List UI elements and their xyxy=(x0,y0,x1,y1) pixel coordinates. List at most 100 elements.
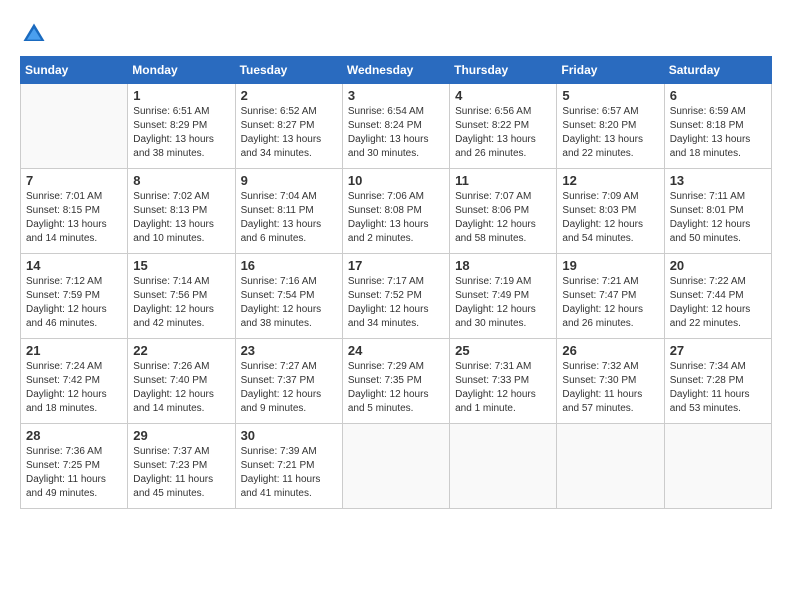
day-number: 2 xyxy=(241,88,337,103)
calendar-cell: 23 Sunrise: 7:27 AM Sunset: 7:37 PM Dayli… xyxy=(235,339,342,424)
day-number: 22 xyxy=(133,343,229,358)
calendar-cell: 4 Sunrise: 6:56 AM Sunset: 8:22 PM Daylig… xyxy=(450,84,557,169)
calendar-cell: 10 Sunrise: 7:06 AM Sunset: 8:08 PM Dayli… xyxy=(342,169,449,254)
calendar-cell: 25 Sunrise: 7:31 AM Sunset: 7:33 PM Dayli… xyxy=(450,339,557,424)
day-number: 17 xyxy=(348,258,444,273)
day-info: Sunrise: 6:57 AM Sunset: 8:20 PM Dayligh… xyxy=(562,105,658,161)
day-number: 5 xyxy=(562,88,658,103)
calendar-cell xyxy=(342,424,449,509)
day-number: 30 xyxy=(241,428,337,443)
logo xyxy=(20,20,52,48)
day-number: 27 xyxy=(670,343,766,358)
day-number: 18 xyxy=(455,258,551,273)
day-info: Sunrise: 7:16 AM Sunset: 7:54 PM Dayligh… xyxy=(241,275,337,331)
calendar-cell xyxy=(557,424,664,509)
day-number: 21 xyxy=(26,343,122,358)
day-info: Sunrise: 7:34 AM Sunset: 7:28 PM Dayligh… xyxy=(670,360,766,416)
calendar-cell: 15Sunrise: 7:14 AM Sunset: 7:56 PM Dayli… xyxy=(128,254,235,339)
day-info: Sunrise: 7:11 AM Sunset: 8:01 PM Dayligh… xyxy=(670,190,766,246)
weekday-header-row: SundayMondayTuesdayWednesdayThursdayFrid… xyxy=(21,57,772,84)
header-wednesday: Wednesday xyxy=(342,57,449,84)
day-number: 6 xyxy=(670,88,766,103)
calendar-cell xyxy=(21,84,128,169)
calendar-cell: 13 Sunrise: 7:11 AM Sunset: 8:01 PM Dayli… xyxy=(664,169,771,254)
calendar-cell: 19 Sunrise: 7:21 AM Sunset: 7:47 PM Dayli… xyxy=(557,254,664,339)
week-row-1: 1 Sunrise: 6:51 AM Sunset: 8:29 PM Daylig… xyxy=(21,84,772,169)
header-thursday: Thursday xyxy=(450,57,557,84)
calendar-table: SundayMondayTuesdayWednesdayThursdayFrid… xyxy=(20,56,772,509)
day-number: 14 xyxy=(26,258,122,273)
day-number: 28 xyxy=(26,428,122,443)
calendar-cell: 28 Sunrise: 7:36 AM Sunset: 7:25 PM Dayli… xyxy=(21,424,128,509)
week-row-4: 21 Sunrise: 7:24 AM Sunset: 7:42 PM Dayli… xyxy=(21,339,772,424)
day-number: 12 xyxy=(562,173,658,188)
day-number: 9 xyxy=(241,173,337,188)
calendar-cell: 7 Sunrise: 7:01 AM Sunset: 8:15 PM Daylig… xyxy=(21,169,128,254)
calendar-cell: 14 Sunrise: 7:12 AM Sunset: 7:59 PM Dayli… xyxy=(21,254,128,339)
day-info: Sunrise: 7:27 AM Sunset: 7:37 PM Dayligh… xyxy=(241,360,337,416)
day-number: 3 xyxy=(348,88,444,103)
day-info: Sunrise: 6:52 AM Sunset: 8:27 PM Dayligh… xyxy=(241,105,337,161)
day-number: 19 xyxy=(562,258,658,273)
header-tuesday: Tuesday xyxy=(235,57,342,84)
day-info: Sunrise: 7:24 AM Sunset: 7:42 PM Dayligh… xyxy=(26,360,122,416)
day-info: Sunrise: 7:06 AM Sunset: 8:08 PM Dayligh… xyxy=(348,190,444,246)
calendar-cell: 12 Sunrise: 7:09 AM Sunset: 8:03 PM Dayli… xyxy=(557,169,664,254)
day-info: Sunrise: 7:17 AM Sunset: 7:52 PM Dayligh… xyxy=(348,275,444,331)
week-row-2: 7 Sunrise: 7:01 AM Sunset: 8:15 PM Daylig… xyxy=(21,169,772,254)
day-number: 11 xyxy=(455,173,551,188)
day-info: Sunrise: 6:56 AM Sunset: 8:22 PM Dayligh… xyxy=(455,105,551,161)
calendar-cell: 11 Sunrise: 7:07 AM Sunset: 8:06 PM Dayli… xyxy=(450,169,557,254)
calendar-cell: 24Sunrise: 7:29 AM Sunset: 7:35 PM Dayli… xyxy=(342,339,449,424)
calendar-cell: 30 Sunrise: 7:39 AM Sunset: 7:21 PM Dayli… xyxy=(235,424,342,509)
day-info: Sunrise: 7:31 AM Sunset: 7:33 PM Dayligh… xyxy=(455,360,551,416)
calendar-cell: 3 Sunrise: 6:54 AM Sunset: 8:24 PM Daylig… xyxy=(342,84,449,169)
day-info: Sunrise: 6:59 AM Sunset: 8:18 PM Dayligh… xyxy=(670,105,766,161)
day-number: 24 xyxy=(348,343,444,358)
week-row-5: 28 Sunrise: 7:36 AM Sunset: 7:25 PM Dayli… xyxy=(21,424,772,509)
calendar-cell: 5 Sunrise: 6:57 AM Sunset: 8:20 PM Daylig… xyxy=(557,84,664,169)
calendar-cell xyxy=(450,424,557,509)
day-number: 20 xyxy=(670,258,766,273)
day-number: 10 xyxy=(348,173,444,188)
day-info: Sunrise: 6:54 AM Sunset: 8:24 PM Dayligh… xyxy=(348,105,444,161)
day-info: Sunrise: 7:36 AM Sunset: 7:25 PM Dayligh… xyxy=(26,445,122,501)
week-row-3: 14 Sunrise: 7:12 AM Sunset: 7:59 PM Dayli… xyxy=(21,254,772,339)
page-header xyxy=(20,20,772,48)
day-info: Sunrise: 7:19 AM Sunset: 7:49 PM Dayligh… xyxy=(455,275,551,331)
day-number: 15 xyxy=(133,258,229,273)
day-number: 23 xyxy=(241,343,337,358)
calendar-cell: 22 Sunrise: 7:26 AM Sunset: 7:40 PM Dayli… xyxy=(128,339,235,424)
calendar-cell: 1 Sunrise: 6:51 AM Sunset: 8:29 PM Daylig… xyxy=(128,84,235,169)
calendar-cell: 18 Sunrise: 7:19 AM Sunset: 7:49 PM Dayli… xyxy=(450,254,557,339)
day-number: 26 xyxy=(562,343,658,358)
day-info: Sunrise: 7:32 AM Sunset: 7:30 PM Dayligh… xyxy=(562,360,658,416)
day-number: 13 xyxy=(670,173,766,188)
calendar-cell: 2 Sunrise: 6:52 AM Sunset: 8:27 PM Daylig… xyxy=(235,84,342,169)
logo-icon xyxy=(20,20,48,48)
day-info: Sunrise: 6:51 AM Sunset: 8:29 PM Dayligh… xyxy=(133,105,229,161)
calendar-cell: 16 Sunrise: 7:16 AM Sunset: 7:54 PM Dayli… xyxy=(235,254,342,339)
day-info: Sunrise: 7:37 AM Sunset: 7:23 PM Dayligh… xyxy=(133,445,229,501)
calendar-cell: 9 Sunrise: 7:04 AM Sunset: 8:11 PM Daylig… xyxy=(235,169,342,254)
day-number: 16 xyxy=(241,258,337,273)
day-info: Sunrise: 7:12 AM Sunset: 7:59 PM Dayligh… xyxy=(26,275,122,331)
header-monday: Monday xyxy=(128,57,235,84)
calendar-cell xyxy=(664,424,771,509)
day-number: 25 xyxy=(455,343,551,358)
day-info: Sunrise: 7:39 AM Sunset: 7:21 PM Dayligh… xyxy=(241,445,337,501)
day-info: Sunrise: 7:01 AM Sunset: 8:15 PM Dayligh… xyxy=(26,190,122,246)
day-info: Sunrise: 7:09 AM Sunset: 8:03 PM Dayligh… xyxy=(562,190,658,246)
day-number: 1 xyxy=(133,88,229,103)
day-info: Sunrise: 7:26 AM Sunset: 7:40 PM Dayligh… xyxy=(133,360,229,416)
calendar-cell: 26 Sunrise: 7:32 AM Sunset: 7:30 PM Dayli… xyxy=(557,339,664,424)
day-info: Sunrise: 7:07 AM Sunset: 8:06 PM Dayligh… xyxy=(455,190,551,246)
day-info: Sunrise: 7:04 AM Sunset: 8:11 PM Dayligh… xyxy=(241,190,337,246)
day-number: 4 xyxy=(455,88,551,103)
day-info: Sunrise: 7:21 AM Sunset: 7:47 PM Dayligh… xyxy=(562,275,658,331)
calendar-cell: 17 Sunrise: 7:17 AM Sunset: 7:52 PM Dayli… xyxy=(342,254,449,339)
calendar-cell: 8Sunrise: 7:02 AM Sunset: 8:13 PM Daylig… xyxy=(128,169,235,254)
header-sunday: Sunday xyxy=(21,57,128,84)
day-number: 7 xyxy=(26,173,122,188)
calendar-cell: 29Sunrise: 7:37 AM Sunset: 7:23 PM Dayli… xyxy=(128,424,235,509)
